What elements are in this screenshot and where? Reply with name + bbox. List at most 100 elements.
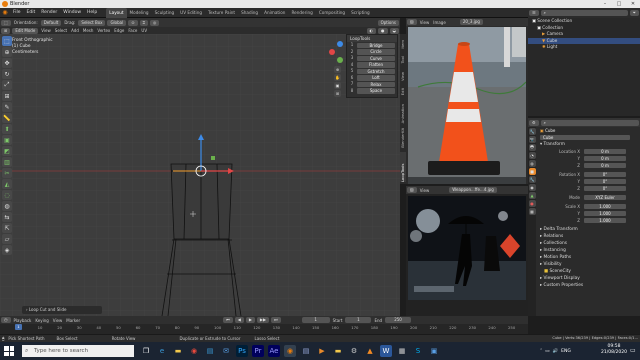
menu-edit[interactable]: Edit [24,8,39,18]
premiere-icon[interactable]: Pr [252,345,264,357]
language-indicator[interactable]: ENG [561,349,571,354]
rotation-y-field[interactable]: 0° [584,178,626,185]
inset-icon[interactable]: ▣ [2,135,12,145]
pan-hand-icon[interactable]: ✋ [334,74,341,81]
rotation-mode-dropdown[interactable]: XYZ Euler [584,194,626,201]
drag-dropdown[interactable]: Select Box [78,19,106,26]
rip-region-icon[interactable]: ◈ [2,245,12,255]
last-operator-panel[interactable]: › Loop Cut and Slide [22,306,102,314]
annotate-icon[interactable]: ✎ [2,102,12,112]
menu-render[interactable]: Render [38,8,60,18]
looptools-item-button[interactable]: Gstretch [357,68,395,74]
close-icon[interactable]: ✕ [626,0,640,8]
notification-icon[interactable]: ▭ [630,347,636,354]
word-icon[interactable]: W [380,345,392,357]
timeline-type-icon[interactable]: ◷ [1,317,11,323]
after-effects-icon[interactable]: Ae [268,345,280,357]
looptools-item-button[interactable]: Curve [357,55,395,61]
select-box-icon[interactable]: ⬚ [2,36,12,46]
minimize-icon[interactable]: – [598,0,612,8]
location-y-field[interactable]: 0 m [584,155,626,162]
menu-view[interactable]: View [39,27,53,34]
looptools-item[interactable]: 8 Space [347,88,397,95]
mode-dropdown[interactable]: Edit Mode [12,27,39,34]
media-player-icon[interactable]: ▶ [316,345,328,357]
volume-icon[interactable]: 🔊 [553,349,559,354]
blender-menu-icon[interactable]: ◉ [0,9,10,16]
end-frame-field[interactable]: 250 [385,317,412,323]
physics-props-icon[interactable]: ◉ [528,184,536,191]
sidebar-tab-blenderkit[interactable]: BlenderKit [400,128,405,148]
looptools-item-button[interactable]: Relax [357,81,395,87]
taskbar-clock[interactable]: 09:58 21/08/2020 [600,344,628,356]
smooth-icon[interactable]: ◍ [2,201,12,211]
bevel-icon[interactable]: ◩ [2,146,12,156]
mail-icon[interactable]: ✉ [220,345,232,357]
shading-solid-icon[interactable]: ● [378,27,388,34]
tab-scripting[interactable]: Scripting [348,8,373,18]
menu-uv[interactable]: UV [139,27,149,34]
editor-type-icon[interactable]: ⊞ [1,27,11,34]
loop-cut-icon[interactable]: ▥ [2,157,12,167]
shear-icon[interactable]: ▱ [2,234,12,244]
tab-shading[interactable]: Shading [238,8,261,18]
rotate-icon[interactable]: ↻ [2,69,12,79]
section-relations[interactable]: ▸ Relations [528,233,640,240]
notepad-icon[interactable]: ▤ [300,345,312,357]
cursor-icon[interactable]: ⊕ [2,47,12,57]
tab-compositing[interactable]: Compositing [316,8,348,18]
transform-icon[interactable]: ⊞ [2,91,12,101]
perspective-grid-icon[interactable]: ⊞ [334,90,341,97]
spin-icon[interactable]: ◌ [2,190,12,200]
transform-orientation-dropdown[interactable]: Global [107,19,127,26]
menu-vertex[interactable]: Vertex [95,27,112,34]
camera-view-icon[interactable]: ▣ [334,82,341,89]
zoom-icon[interactable]: ⊕ [334,66,341,73]
skype-icon[interactable]: S [412,345,424,357]
scenecity-row[interactable]: ■ SceneCity [528,268,640,275]
outliner-item-light[interactable]: ✺ Light [528,44,640,51]
scale-icon[interactable]: ⤢ [2,80,12,90]
filter-icon[interactable]: ⏷ [629,10,639,16]
rotation-x-field[interactable]: 0° [584,171,626,178]
image-menu-view[interactable]: View [418,19,432,26]
prev-key-icon[interactable]: ◀ [234,317,244,323]
second-filename-field[interactable]: Weappon...ffe...4.jpg [449,187,497,193]
scale-x-field[interactable]: 1.000 [584,203,626,210]
scale-z-field[interactable]: 1.000 [584,217,626,224]
menu-timeline-view[interactable]: View [51,317,65,324]
edge-slide-icon[interactable]: ⇆ [2,212,12,222]
settings-icon[interactable]: ⚙ [348,345,360,357]
tab-rendering[interactable]: Rendering [288,8,315,18]
section-motion-paths[interactable]: ▸ Motion Paths [528,254,640,261]
menu-edge[interactable]: Edge [112,27,126,34]
properties-type-icon[interactable]: ⚙ [529,119,539,126]
tool-select-icon[interactable]: ⬚ [1,19,11,26]
scene-props-icon[interactable]: ◔ [528,152,536,159]
network-icon[interactable]: ▭ [545,349,549,354]
section-transform[interactable]: ▾ Transform [528,141,640,148]
3d-viewport[interactable]: ⊕ ✋ ▣ ⊞ › Loop Cut and Slide [0,34,400,316]
pivot-icon[interactable]: ⊙ [128,19,138,26]
second-editor-type-icon[interactable]: ▨ [407,187,417,193]
vlc-icon[interactable]: ▲ [364,345,376,357]
object-props-icon[interactable]: ■ [528,168,536,175]
material-props-icon[interactable]: ● [528,200,536,207]
snap-icon[interactable]: ⌗ [139,19,148,26]
section-viewport-display[interactable]: ▸ Viewport Display [528,275,640,282]
proportional-edit-icon[interactable]: ◎ [149,19,160,26]
play-icon[interactable]: ▶ [245,317,255,323]
current-frame-field[interactable]: 1 [301,317,330,323]
sidebar-tab-edit[interactable]: Edit [400,88,405,95]
blender-taskbar-icon[interactable]: ◉ [284,345,296,357]
tool-props-icon[interactable]: 🔧 [528,128,536,135]
extrude-icon[interactable]: ⬆ [2,124,12,134]
menu-window[interactable]: Window [60,8,84,18]
next-key-icon[interactable]: ▶▶ [256,317,270,323]
render-props-icon[interactable]: 📷 [528,136,536,143]
second-menu-view[interactable]: View [418,187,432,194]
sidebar-tab-item[interactable]: Item [400,40,405,49]
menu-keying[interactable]: Keying [33,317,50,324]
section-visibility[interactable]: ▸ Visibility [528,261,640,268]
folder-icon[interactable]: ▬ [332,345,344,357]
